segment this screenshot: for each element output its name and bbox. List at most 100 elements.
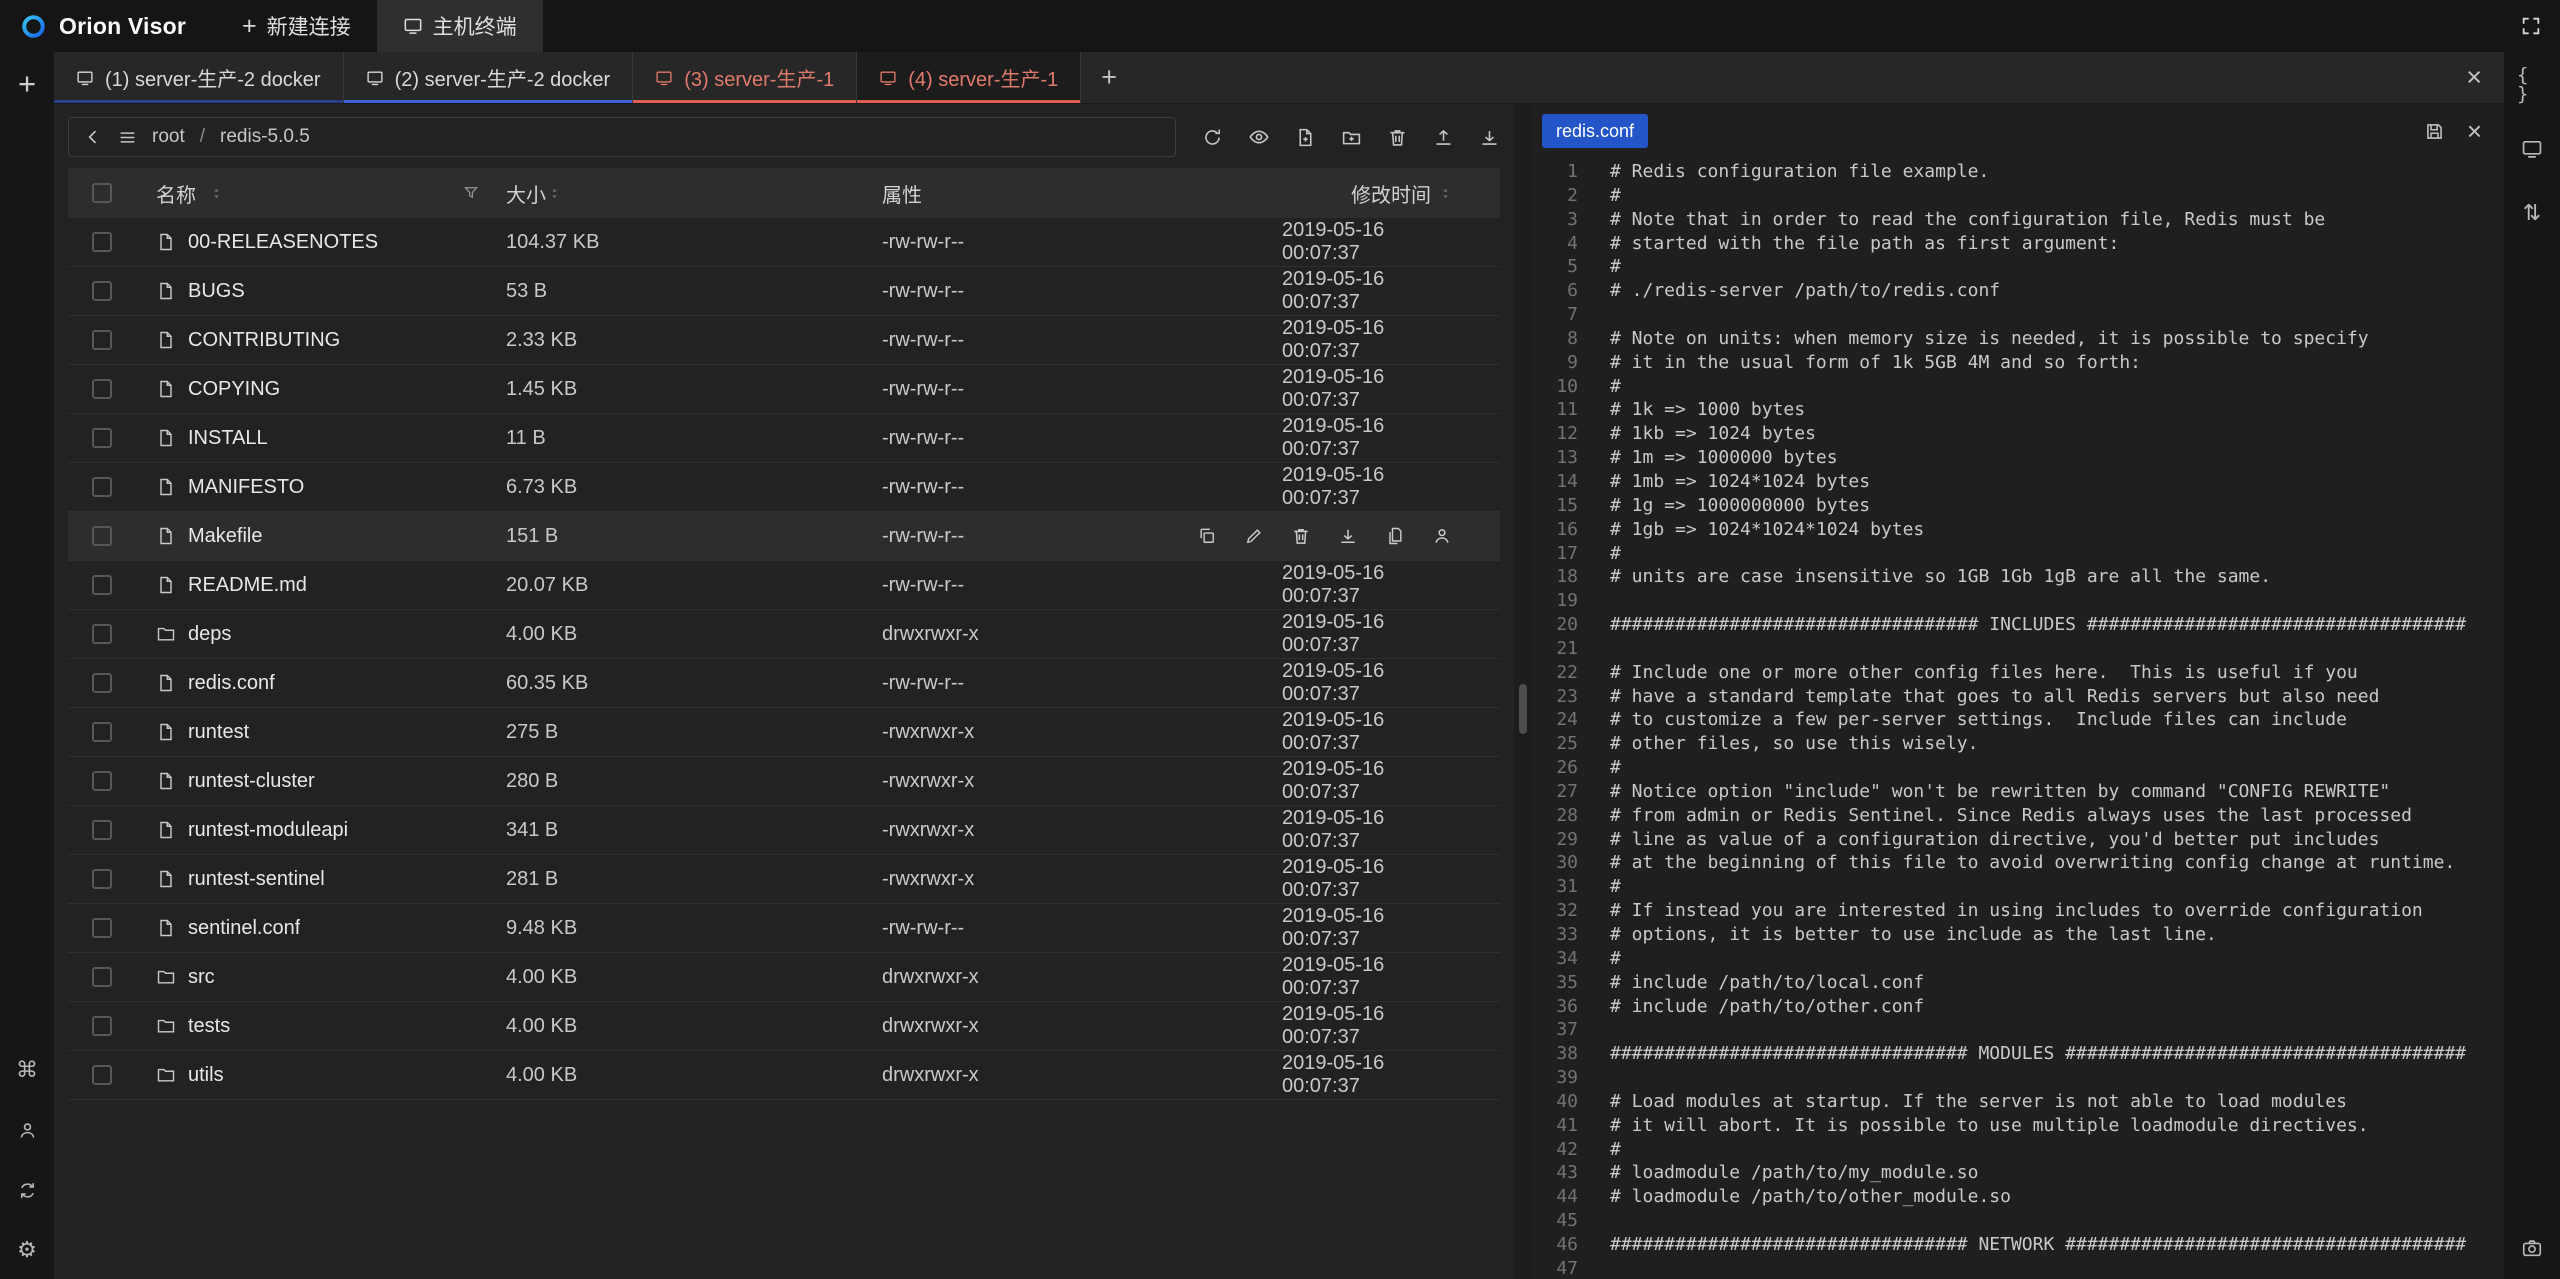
file-name-label[interactable]: runtest <box>188 721 249 744</box>
pane-divider[interactable] <box>1514 104 1532 1279</box>
row-checkbox[interactable] <box>92 673 112 693</box>
breadcrumb-root[interactable]: root <box>152 126 185 148</box>
file-name-label[interactable]: 00-RELEASENOTES <box>188 231 378 254</box>
file-name-label[interactable]: redis.conf <box>188 672 275 695</box>
host-terminal-menu[interactable]: 主机终端 <box>377 0 543 52</box>
terminal-tab[interactable]: (1) server-生产-2 docker <box>54 52 344 103</box>
terminal-tab[interactable]: (2) server-生产-2 docker <box>344 52 634 103</box>
row-checkbox[interactable] <box>92 771 112 791</box>
file-name-label[interactable]: MANIFESTO <box>188 476 304 499</box>
transfer-updown-icon[interactable]: ⇅ <box>2517 198 2547 228</box>
settings-gear-icon[interactable]: ⚙ <box>12 1235 42 1265</box>
row-checkbox[interactable] <box>92 1065 112 1085</box>
row-checkbox[interactable] <box>92 379 112 399</box>
copy-path-icon[interactable] <box>1385 526 1405 546</box>
file-name-label[interactable]: deps <box>188 623 231 646</box>
terminal-tab[interactable]: (4) server-生产-1 <box>857 52 1081 103</box>
table-row[interactable]: README.md 20.07 KB -rw-rw-r-- 2019-05-16… <box>68 561 1500 610</box>
column-mtime-label[interactable]: 修改时间 <box>1351 179 1431 208</box>
table-row[interactable]: sentinel.conf 9.48 KB -rw-rw-r-- 2019-05… <box>68 904 1500 953</box>
path-bar[interactable]: root / redis-5.0.5 <box>68 117 1176 157</box>
file-name-label[interactable]: INSTALL <box>188 427 268 450</box>
file-name-label[interactable]: runtest-moduleapi <box>188 819 348 842</box>
file-list-icon[interactable] <box>118 128 137 147</box>
row-checkbox[interactable] <box>92 1016 112 1036</box>
table-row[interactable]: CONTRIBUTING 2.33 KB -rw-rw-r-- 2019-05-… <box>68 316 1500 365</box>
json-config-icon[interactable]: { } <box>2517 70 2547 100</box>
row-checkbox[interactable] <box>92 918 112 938</box>
table-row[interactable]: tests 4.00 KB drwxrwxr-x 2019-05-16 00:0… <box>68 1002 1500 1051</box>
row-checkbox[interactable] <box>92 428 112 448</box>
scrollbar-handle[interactable] <box>1519 684 1527 734</box>
new-connection-button[interactable]: + 新建连接 <box>216 0 377 52</box>
filter-icon[interactable] <box>462 184 480 202</box>
file-name-label[interactable]: sentinel.conf <box>188 917 300 940</box>
sftp-transfer-icon[interactable] <box>12 1175 42 1205</box>
row-checkbox[interactable] <box>92 624 112 644</box>
upload-icon[interactable] <box>1433 127 1454 148</box>
table-row[interactable]: COPYING 1.45 KB -rw-rw-r-- 2019-05-16 00… <box>68 365 1500 414</box>
command-snippet-icon[interactable]: ⌘ <box>12 1055 42 1085</box>
file-name-label[interactable]: COPYING <box>188 378 280 401</box>
display-settings-icon[interactable] <box>2517 134 2547 164</box>
row-checkbox[interactable] <box>92 281 112 301</box>
row-checkbox[interactable] <box>92 526 112 546</box>
table-row[interactable]: runtest-sentinel 281 B -rwxrwxr-x 2019-0… <box>68 855 1500 904</box>
table-row[interactable]: 00-RELEASENOTES 104.37 KB -rw-rw-r-- 201… <box>68 218 1500 267</box>
add-tab-button[interactable]: + <box>1081 52 1137 103</box>
app-brand[interactable]: Orion Visor <box>0 0 216 52</box>
column-size-label[interactable]: 大小 <box>506 179 546 208</box>
file-name-label[interactable]: tests <box>188 1015 230 1038</box>
file-name-label[interactable]: utils <box>188 1064 224 1087</box>
new-file-icon[interactable] <box>1295 127 1316 148</box>
editor-close-icon[interactable]: × <box>2467 118 2482 144</box>
edit-icon[interactable] <box>1244 526 1264 546</box>
tabbar-close-icon[interactable]: × <box>2444 52 2504 103</box>
sort-name-icon[interactable] <box>210 187 223 200</box>
table-row[interactable]: BUGS 53 B -rw-rw-r-- 2019-05-16 00:07:37 <box>68 267 1500 316</box>
toolbar-delete-icon[interactable] <box>1387 127 1408 148</box>
row-checkbox[interactable] <box>92 232 112 252</box>
file-name-label[interactable]: runtest-cluster <box>188 770 315 793</box>
row-checkbox[interactable] <box>92 869 112 889</box>
select-all-checkbox[interactable] <box>92 183 112 203</box>
file-name-label[interactable]: CONTRIBUTING <box>188 329 340 352</box>
file-name-label[interactable]: src <box>188 966 215 989</box>
table-row[interactable]: utils 4.00 KB drwxrwxr-x 2019-05-16 00:0… <box>68 1051 1500 1100</box>
file-name-label[interactable]: README.md <box>188 574 307 597</box>
row-checkbox[interactable] <box>92 820 112 840</box>
table-row[interactable]: INSTALL 11 B -rw-rw-r-- 2019-05-16 00:07… <box>68 414 1500 463</box>
show-hidden-eye-icon[interactable] <box>1248 126 1270 148</box>
table-row[interactable]: Makefile 151 B -rw-rw-r-- 2019-05-16 00:… <box>68 512 1500 561</box>
table-row[interactable]: src 4.00 KB drwxrwxr-x 2019-05-16 00:07:… <box>68 953 1500 1002</box>
editor-content[interactable]: 1 # Redis configuration file example. 2 … <box>1532 158 2504 1279</box>
file-name-label[interactable]: runtest-sentinel <box>188 868 325 891</box>
breadcrumb-current[interactable]: redis-5.0.5 <box>220 126 310 148</box>
editor-file-tab[interactable]: redis.conf <box>1542 114 1648 148</box>
table-row[interactable]: MANIFESTO 6.73 KB -rw-rw-r-- 2019-05-16 … <box>68 463 1500 512</box>
file-name-label[interactable]: Makefile <box>188 525 262 548</box>
copy-icon[interactable] <box>1197 526 1217 546</box>
row-checkbox[interactable] <box>92 330 112 350</box>
file-name-label[interactable]: BUGS <box>188 280 245 303</box>
refresh-icon[interactable] <box>1202 127 1223 148</box>
download-icon[interactable] <box>1338 526 1358 546</box>
row-checkbox[interactable] <box>92 575 112 595</box>
permission-icon[interactable] <box>1432 526 1452 546</box>
row-checkbox[interactable] <box>92 722 112 742</box>
screenshot-icon[interactable] <box>2517 1233 2547 1263</box>
sort-size-icon[interactable] <box>548 187 561 200</box>
sort-mtime-icon[interactable] <box>1439 187 1452 200</box>
table-row[interactable]: runtest-cluster 280 B -rwxrwxr-x 2019-05… <box>68 757 1500 806</box>
back-icon[interactable] <box>83 127 103 147</box>
table-row[interactable]: runtest-moduleapi 341 B -rwxrwxr-x 2019-… <box>68 806 1500 855</box>
row-checkbox[interactable] <box>92 477 112 497</box>
table-row[interactable]: runtest 275 B -rwxrwxr-x 2019-05-16 00:0… <box>68 708 1500 757</box>
rail-new-connection-icon[interactable]: + <box>12 68 42 98</box>
table-row[interactable]: deps 4.00 KB drwxrwxr-x 2019-05-16 00:07… <box>68 610 1500 659</box>
column-name-label[interactable]: 名称 <box>156 179 196 208</box>
table-row[interactable]: redis.conf 60.35 KB -rw-rw-r-- 2019-05-1… <box>68 659 1500 708</box>
user-icon[interactable] <box>12 1115 42 1145</box>
fullscreen-icon[interactable] <box>2502 0 2560 52</box>
terminal-tab[interactable]: (3) server-生产-1 <box>633 52 857 103</box>
